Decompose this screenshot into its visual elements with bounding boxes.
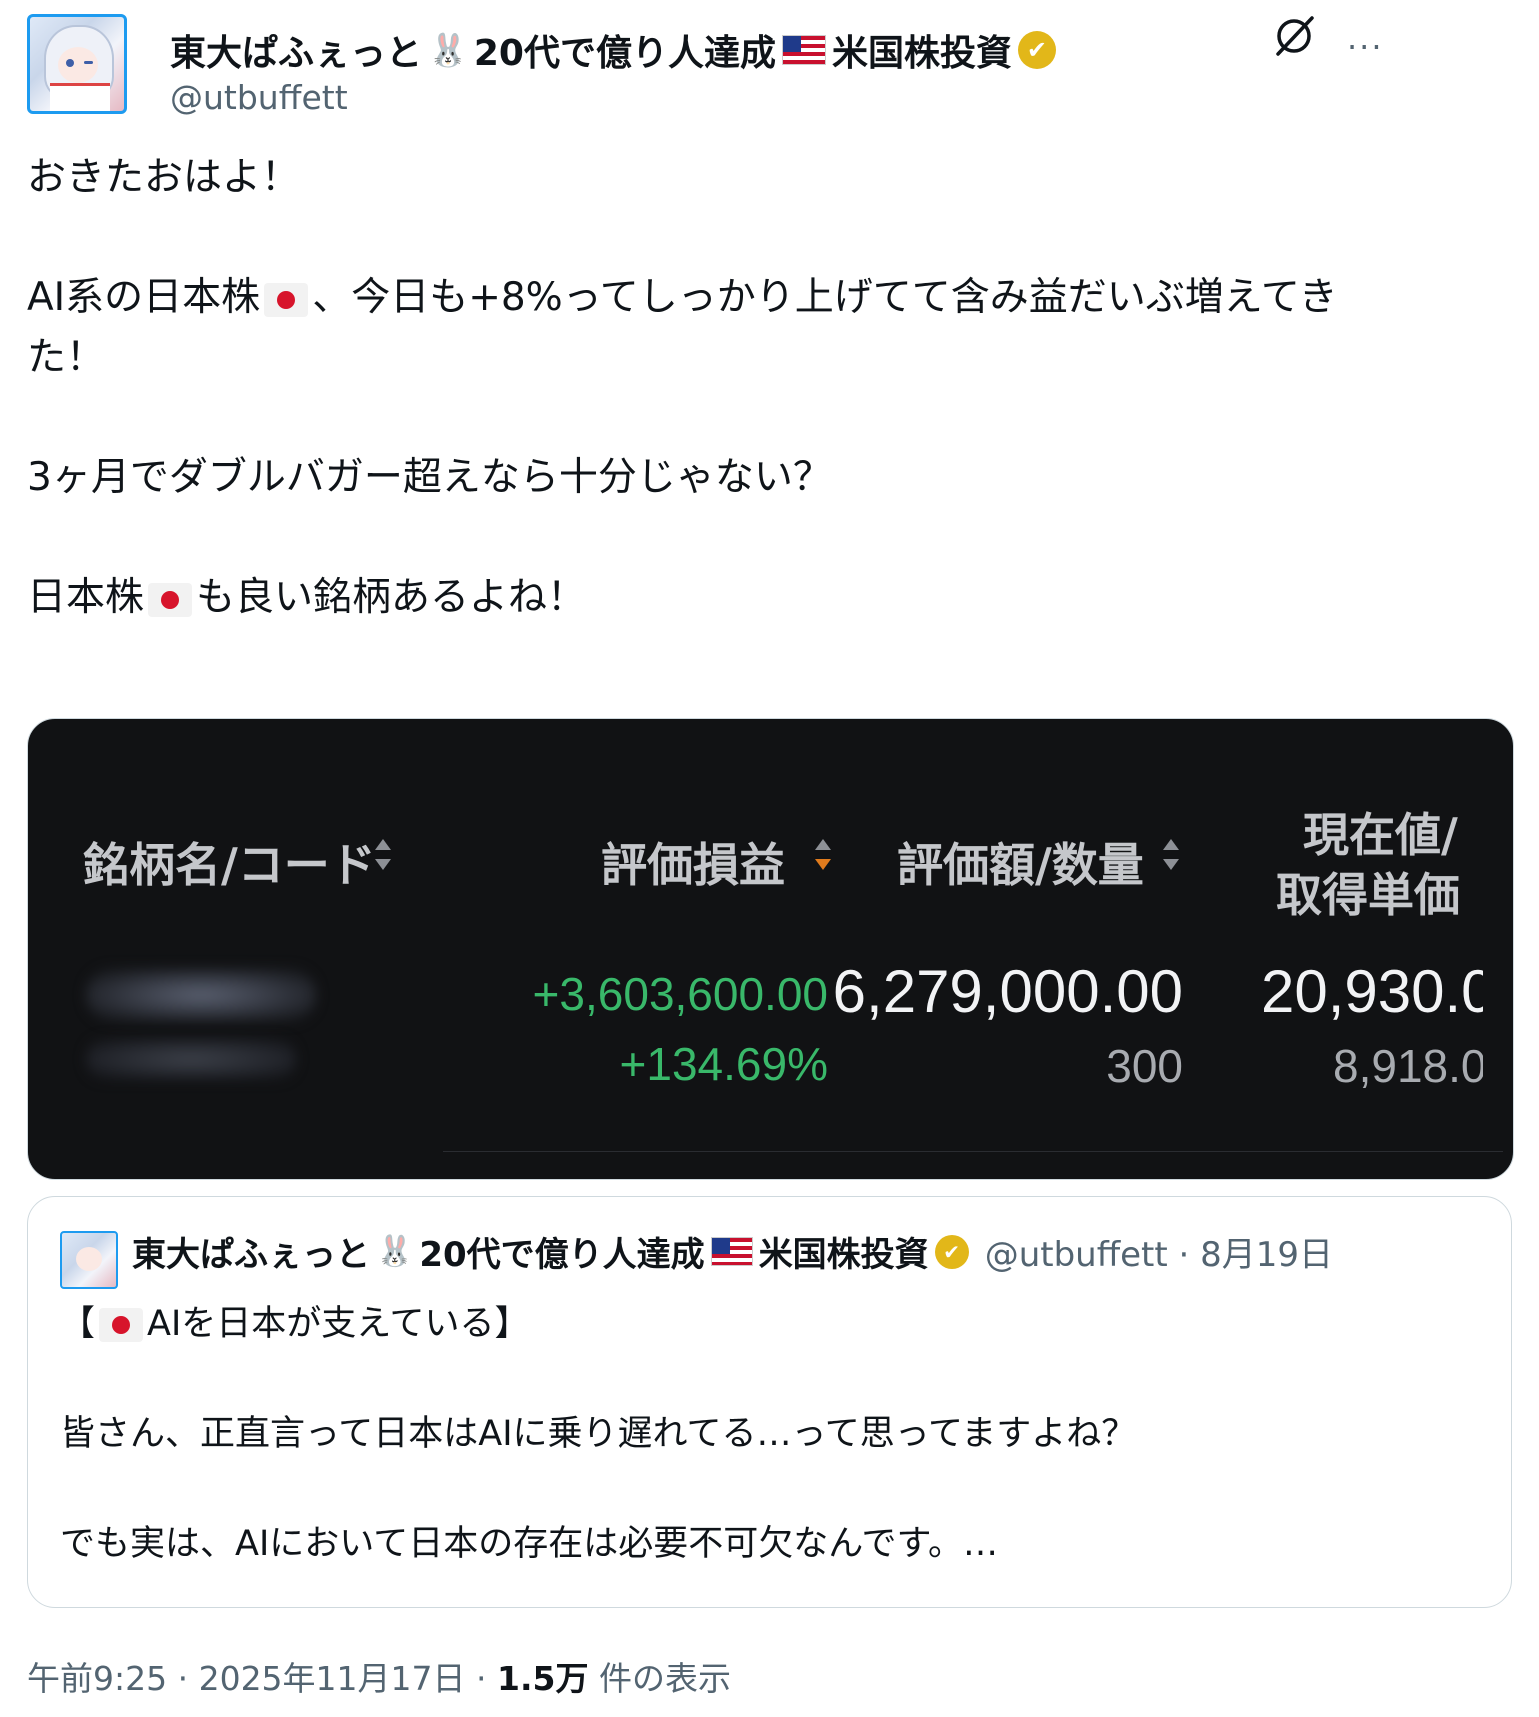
tweet-footer: 午前9:25 · 2025年11月17日 · 1.5万 件の表示: [27, 1652, 731, 1700]
grok-icon[interactable]: [1272, 14, 1316, 58]
view-count: 1.5万: [497, 1659, 589, 1698]
jp-flag-icon: [99, 1308, 144, 1342]
header-price-line2: 取得単価: [1276, 868, 1460, 922]
author-avatar[interactable]: [27, 14, 127, 114]
tweet-text: おきたおはよ！ AI系の日本株 、今日も+8%ってしっかり上げてて含み益だいぶ増え…: [27, 148, 1517, 628]
tweet-line: 日本株 も良い銘柄あるよね！: [27, 575, 587, 620]
post-timestamp[interactable]: 午前9:25 · 2025年11月17日 ·: [27, 1659, 497, 1698]
author-name-text-2: 20代で億り人達成: [473, 33, 776, 74]
tweet-header: 東大ぱふぇっと 🐰 20代で億り人達成 米国株投資 ✔ @utbuffett ·…: [27, 14, 1512, 119]
quote-line: 【AIを日本が支えている】: [60, 1304, 530, 1344]
cost-price: 8,918.0: [1333, 1040, 1483, 1092]
pnl-percent: +134.69%: [619, 1038, 828, 1090]
valuation-amount: 6,279,000.00: [832, 958, 1183, 1025]
author-display-name[interactable]: 東大ぱふぇっと 🐰 20代で億り人達成 米国株投資 ✔: [170, 24, 1056, 76]
sort-active-icon: [815, 839, 831, 875]
quote-line: でも実は、AIにおいて日本の存在は必要不可欠なんです。…: [60, 1524, 998, 1564]
quoted-tweet[interactable]: 東大ぱふぇっと 🐰 20代で億り人達成 米国株投資 ✔ @utbuffett ·…: [27, 1196, 1512, 1608]
pnl-amount: +3,603,600.00: [532, 968, 828, 1020]
header-price-line1: 現在値/: [1303, 808, 1458, 862]
quantity: 300: [1106, 1040, 1183, 1092]
attached-image-portfolio[interactable]: 銘柄名/コード 評価損益 評価額/数量 現在値/ 取得単価 +3,603,600…: [27, 718, 1514, 1180]
header-pnl: 評価損益: [601, 838, 785, 892]
header-value-qty: 評価額/数量: [897, 838, 1144, 892]
us-flag-icon: [781, 35, 826, 65]
author-handle[interactable]: @utbuffett: [170, 78, 348, 117]
tweet-line: 3ヶ月でダブルバガー超えなら十分じゃない？: [27, 455, 832, 500]
jp-flag-icon: [148, 582, 193, 617]
author-name-text: 東大ぱふぇっと: [170, 33, 423, 74]
rabbit-icon: 🐰: [428, 31, 468, 69]
us-flag-icon: [710, 1237, 753, 1266]
verified-badge-icon: ✔: [934, 1234, 969, 1269]
quote-author-name[interactable]: 東大ぱふぇっと 🐰 20代で億り人達成 米国株投資 ✔: [132, 1227, 969, 1276]
header-name-code: 銘柄名/コード: [83, 838, 376, 892]
quote-text: 【AIを日本が支えている】 皆さん、正直言って日本はAIに乗り遅れてる…って思っ…: [60, 1297, 1480, 1572]
blurred-stock-code: [86, 1039, 296, 1079]
quote-handle-date: @utbuffett · 8月19日: [984, 1235, 1334, 1275]
tweet-line: AI系の日本株 、今日も+8%ってしっかり上げてて含み益だいぶ増えてき: [27, 275, 1338, 320]
tweet-line: た！: [27, 335, 106, 380]
more-options-icon[interactable]: ···: [1347, 28, 1384, 66]
author-name-text-3: 米国株投資: [831, 33, 1012, 74]
row-divider: [443, 1151, 1503, 1152]
view-label: 件の表示: [588, 1659, 731, 1698]
blurred-stock-name: [86, 969, 316, 1021]
sort-icon: [1163, 839, 1179, 875]
quote-author-avatar[interactable]: [60, 1231, 118, 1289]
current-price: 20,930.0: [1261, 958, 1483, 1025]
verified-badge-icon: ✔: [1017, 31, 1056, 69]
jp-flag-icon: [264, 282, 309, 317]
tweet-line: おきたおはよ！: [27, 155, 301, 200]
sort-icon: [375, 839, 391, 875]
rabbit-icon: 🐰: [376, 1234, 414, 1269]
quote-line: 皆さん、正直言って日本はAIに乗り遅れてる…って思ってますよね？: [60, 1414, 1137, 1454]
quote-header: 東大ぱふぇっと 🐰 20代で億り人達成 米国株投資 ✔ @utbuffett ·…: [132, 1227, 1333, 1276]
price-column-clip: 20,930.0 8,918.0: [1233, 957, 1483, 1097]
